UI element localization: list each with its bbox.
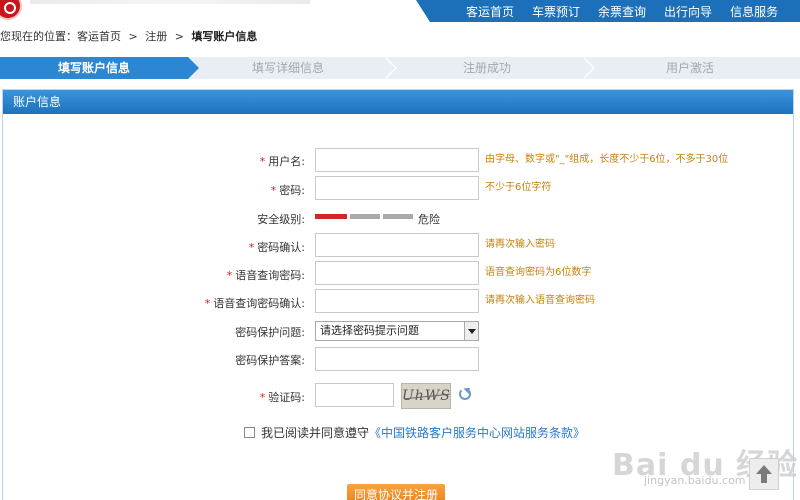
required-mark: * bbox=[204, 297, 211, 310]
voice-password-hint: 语音查询密码为6位数字 bbox=[485, 267, 592, 278]
step-user-activation: 用户激活 bbox=[665, 61, 714, 75]
breadcrumb-separator: > bbox=[174, 30, 184, 43]
breadcrumb-prefix[interactable]: 您现在的位置：客运首页 bbox=[0, 30, 121, 43]
password-label: * 密码: bbox=[270, 184, 305, 197]
required-mark: * bbox=[270, 184, 277, 197]
username-input[interactable] bbox=[315, 148, 479, 172]
password-confirm-hint: 请再次输入密码 bbox=[485, 239, 555, 250]
required-mark: * bbox=[248, 241, 255, 254]
required-mark: * bbox=[259, 391, 266, 404]
nav-item-ticket-query[interactable]: 余票查询 bbox=[598, 3, 646, 20]
password-hint: 不少于6位字符 bbox=[485, 182, 552, 193]
voice-password-confirm-hint: 请再次输入语音查询密码 bbox=[485, 295, 595, 306]
registration-steps: 填写账户信息 填写详细信息 注册成功 用户激活 bbox=[0, 57, 800, 79]
password-answer-label: 密码保护答案: bbox=[235, 354, 305, 367]
breadcrumb-current: 填写账户信息 bbox=[191, 30, 258, 43]
voice-password-input[interactable] bbox=[315, 261, 479, 285]
terms-link[interactable]: 《中国铁路客户服务中心网站服务条款》 bbox=[369, 424, 585, 441]
voice-password-confirm-input[interactable] bbox=[315, 289, 479, 313]
top-nav: 客运首页 车票预订 余票查询 出行向导 信息服务 bbox=[416, 0, 800, 22]
breadcrumb: 您现在的位置：客运首页 > 注册 > 填写账户信息 bbox=[0, 28, 257, 44]
voice-password-label: * 语音查询密码: bbox=[226, 269, 305, 282]
agreement-checkbox[interactable] bbox=[244, 426, 255, 438]
strength-bar-strong bbox=[383, 214, 413, 219]
password-confirm-label: * 密码确认: bbox=[248, 241, 305, 254]
step-register-success: 注册成功 bbox=[462, 61, 511, 75]
nav-item-booking[interactable]: 车票预订 bbox=[532, 3, 580, 20]
scroll-to-top-icon[interactable] bbox=[749, 458, 779, 490]
required-mark: * bbox=[226, 269, 233, 282]
password-question-label: 密码保护问题: bbox=[235, 326, 305, 339]
strength-bar-danger bbox=[315, 214, 347, 219]
breadcrumb-separator: > bbox=[128, 30, 138, 43]
step-divider bbox=[384, 57, 397, 79]
password-answer-input[interactable] bbox=[315, 347, 479, 371]
username-label: * 用户名: bbox=[259, 155, 305, 168]
captcha-image[interactable]: UhWS bbox=[401, 383, 451, 409]
refresh-icon[interactable] bbox=[459, 388, 471, 400]
password-input[interactable] bbox=[315, 176, 479, 200]
required-mark: * bbox=[259, 155, 266, 168]
dropdown-arrow-icon[interactable] bbox=[464, 322, 478, 340]
captcha-input[interactable] bbox=[315, 383, 394, 407]
breadcrumb-register[interactable]: 注册 bbox=[145, 30, 167, 43]
nav-item-home[interactable]: 客运首页 bbox=[466, 3, 514, 20]
agreement-text: 我已阅读并同意遵守 bbox=[261, 425, 370, 440]
nav-item-travel-guide[interactable]: 出行向导 bbox=[664, 3, 712, 20]
captcha-label: * 验证码: bbox=[259, 391, 305, 404]
voice-password-confirm-label: * 语音查询密码确认: bbox=[204, 297, 305, 310]
security-level-label: 安全级别: bbox=[257, 213, 305, 226]
username-hint: 由字母、数字或"_"组成，长度不少于6位，不多于30位 bbox=[485, 154, 729, 165]
site-title-banner bbox=[30, 0, 310, 4]
strength-bar-medium bbox=[350, 214, 380, 219]
nav-item-info-service[interactable]: 信息服务 bbox=[730, 3, 778, 20]
agreement-row: 我已阅读并同意遵守 《中国铁路客户服务中心网站服务条款》 bbox=[244, 424, 585, 440]
step-divider bbox=[582, 57, 595, 79]
baidu-watermark-url: jingyan.baidu.com bbox=[644, 474, 746, 487]
password-question-selected: 请选择密码提示问题 bbox=[320, 324, 419, 337]
step-detail-info: 填写详细信息 bbox=[251, 61, 324, 75]
railway-logo-icon bbox=[0, 0, 22, 20]
password-question-select[interactable]: 请选择密码提示问题 bbox=[315, 321, 479, 341]
security-level-text: 危险 bbox=[418, 213, 440, 226]
agree-register-button[interactable]: 同意协议并注册 bbox=[347, 484, 445, 500]
step-account-info: 填写账户信息 bbox=[0, 57, 199, 79]
top-header: 客运首页 车票预订 余票查询 出行向导 信息服务 bbox=[0, 0, 800, 22]
password-confirm-input[interactable] bbox=[315, 233, 479, 257]
panel-title: 账户信息 bbox=[3, 90, 793, 114]
